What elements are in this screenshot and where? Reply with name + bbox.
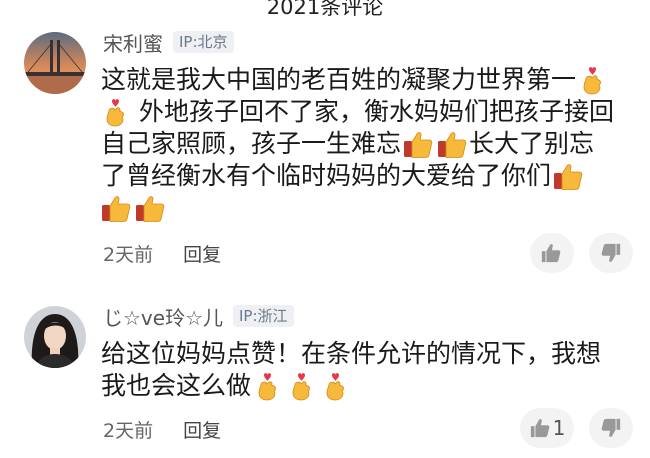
ip-location-badge: IP:浙江 bbox=[233, 305, 294, 327]
like-count: 1 bbox=[552, 416, 566, 440]
reply-button[interactable]: 回复 bbox=[183, 416, 221, 443]
thumbs-up-emoji bbox=[553, 164, 583, 190]
thumbs-up-emoji bbox=[437, 132, 467, 158]
finger-heart-emoji bbox=[258, 372, 276, 401]
dislike-icon bbox=[601, 418, 621, 437]
finger-heart-emoji bbox=[292, 372, 310, 401]
like-button[interactable]: 1 bbox=[520, 408, 574, 448]
comments-count-header: 2021条评论 bbox=[266, 0, 384, 19]
finger-heart-emoji bbox=[326, 372, 344, 401]
ip-location-badge: IP:北京 bbox=[173, 31, 234, 53]
thumbs-up-emoji bbox=[403, 132, 433, 158]
like-icon bbox=[530, 419, 549, 438]
thumbs-up-emoji bbox=[101, 196, 131, 222]
dislike-button[interactable] bbox=[589, 233, 633, 273]
finger-heart-emoji bbox=[583, 66, 601, 95]
thumbs-up-emoji bbox=[135, 196, 165, 222]
like-icon bbox=[541, 244, 561, 263]
comment-text: 给这位妈妈点赞！在条件允许的情况下，我想 我也会这么做 bbox=[101, 339, 602, 401]
avatar[interactable] bbox=[24, 306, 86, 368]
comment-time: 2天前 bbox=[103, 420, 154, 442]
comment-time: 2天前 bbox=[103, 244, 154, 266]
avatar[interactable] bbox=[24, 32, 86, 94]
dislike-button[interactable] bbox=[589, 408, 633, 448]
finger-heart-emoji bbox=[106, 98, 124, 127]
username[interactable]: じ☆ve玲☆儿 bbox=[103, 302, 223, 331]
comment-text: 这就是我大中国的老百姓的凝聚力世界第一 外地孩子回不了家，衡水妈妈们把孩子接回 … bbox=[101, 64, 614, 224]
dislike-icon bbox=[601, 243, 621, 262]
username[interactable]: 宋利蜜 bbox=[103, 28, 163, 57]
like-button[interactable] bbox=[530, 233, 574, 273]
reply-button[interactable]: 回复 bbox=[183, 240, 221, 267]
